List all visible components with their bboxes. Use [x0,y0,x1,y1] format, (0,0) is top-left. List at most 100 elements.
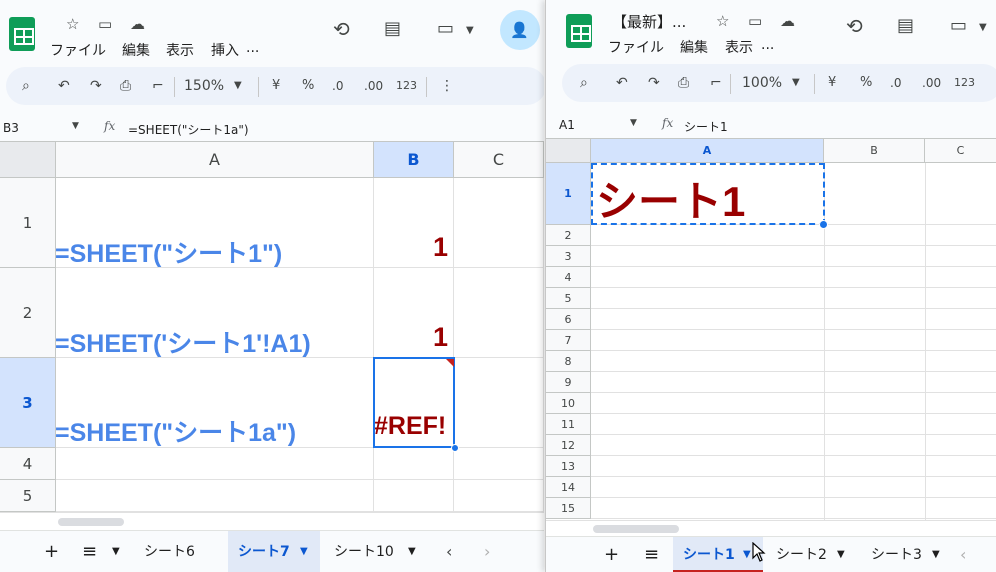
chevron-left-icon[interactable]: ‹ [436,531,462,572]
sheet-tab-3[interactable]: シート3 [861,537,932,572]
row-header-12[interactable]: 12 [546,435,591,456]
paint-format-icon[interactable]: ⌐ [710,74,722,92]
row-header-5[interactable]: 5 [546,288,591,309]
column-header-b[interactable]: B [374,142,454,178]
all-sheets-button[interactable]: ≡ [634,537,669,572]
comment-icon[interactable]: ▤ [384,20,401,38]
column-header-a[interactable]: A [591,139,824,163]
video-call-icon[interactable]: ▭ [437,20,454,38]
currency-format-button[interactable]: ¥ [828,74,836,92]
chevron-right-icon[interactable]: › [474,531,500,572]
video-call-icon[interactable]: ▭ [950,17,967,35]
menu-insert[interactable]: 挿入 [211,40,239,60]
row-header-8[interactable]: 8 [546,351,591,372]
print-icon[interactable]: ⎙ [678,74,689,92]
redo-icon[interactable]: ↷ [90,77,102,95]
sheet-tab-10[interactable]: シート10 [324,531,404,572]
menu-overflow[interactable]: ... [246,40,259,56]
percent-format-button[interactable]: % [302,77,314,95]
column-header-c[interactable]: C [925,139,996,163]
history-icon[interactable]: ⟲ [846,16,863,36]
menu-edit[interactable]: 編集 [680,37,708,57]
cloud-saved-icon[interactable]: ☁ [780,12,795,30]
scrollbar-thumb[interactable] [593,525,679,533]
row-header-11[interactable]: 11 [546,414,591,435]
redo-icon[interactable]: ↷ [648,74,660,92]
formula-input[interactable]: =SHEET("シート1a") [128,121,249,138]
zoom-select[interactable]: 150% [184,77,224,95]
cell-a5[interactable] [56,480,374,512]
scrollbar-thumb[interactable] [58,518,124,526]
more-formats-button[interactable]: 123 [396,77,417,95]
cell-c2[interactable] [454,268,544,358]
decrease-decimal-button[interactable]: .0 [890,74,901,92]
row-header-4[interactable]: 4 [546,267,591,288]
row-header-3[interactable]: 3 [0,358,56,448]
cell-a4[interactable] [56,448,374,480]
more-formats-button[interactable]: 123 [954,74,975,92]
decrease-decimal-button[interactable]: .0 [332,77,343,95]
search-icon[interactable]: ⌕ [580,74,588,92]
row-header-1[interactable]: 1 [0,178,56,268]
move-to-folder-icon[interactable]: ▭ [98,15,112,33]
name-box[interactable]: B3 [3,121,19,135]
column-header-b[interactable]: B [824,139,925,163]
comment-icon[interactable]: ▤ [897,17,914,35]
fill-handle[interactable] [451,444,459,452]
star-icon[interactable]: ☆ [66,15,79,33]
undo-icon[interactable]: ↶ [616,74,628,92]
currency-format-button[interactable]: ¥ [272,77,280,95]
horizontal-scrollbar[interactable] [0,512,544,530]
column-header-a[interactable]: A [56,142,374,178]
more-vert-icon[interactable]: ⋮ [440,77,454,95]
add-sheet-button[interactable]: + [594,537,629,572]
cloud-saved-icon[interactable]: ☁ [130,15,145,33]
menu-file[interactable]: ファイル [50,40,106,60]
undo-icon[interactable]: ↶ [58,77,70,95]
menu-view[interactable]: 表示 [725,37,753,57]
all-sheets-button[interactable]: ≡ [72,531,107,572]
row-header-4[interactable]: 4 [0,448,56,480]
row-header-7[interactable]: 7 [546,330,591,351]
row-header-3[interactable]: 3 [546,246,591,267]
name-box[interactable]: A1 [559,118,575,132]
chevron-down-icon[interactable]: ▼ [792,74,800,92]
sheet-tab-6[interactable]: シート6 [134,531,205,572]
menu-overflow[interactable]: ... [761,37,774,53]
chevron-left-icon[interactable]: ‹ [950,537,976,572]
row-header-14[interactable]: 14 [546,477,591,498]
sheets-logo-icon[interactable] [9,17,35,51]
cell-b5[interactable] [374,480,454,512]
row-header-1[interactable]: 1 [546,163,591,225]
zoom-select[interactable]: 100% [742,74,782,92]
row-header-5[interactable]: 5 [0,480,56,512]
history-icon[interactable]: ⟲ [333,19,350,39]
increase-decimal-button[interactable]: .00 [922,74,941,92]
move-to-folder-icon[interactable]: ▭ [748,12,762,30]
row-header-9[interactable]: 9 [546,372,591,393]
menu-file[interactable]: ファイル [608,37,664,57]
share-button[interactable]: 👤 [500,10,540,50]
select-all-corner[interactable] [546,139,591,163]
row-header-13[interactable]: 13 [546,456,591,477]
cell-b4[interactable] [374,448,454,480]
chevron-down-icon[interactable]: ▼ [833,537,849,572]
paint-format-icon[interactable]: ⌐ [152,77,164,95]
cell-c3[interactable] [454,358,544,448]
chevron-down-icon[interactable]: ▼ [72,121,79,131]
increase-decimal-button[interactable]: .00 [364,77,383,95]
chevron-down-icon[interactable]: ▼ [928,537,944,572]
menu-edit[interactable]: 編集 [122,40,150,60]
print-icon[interactable]: ⎙ [120,77,131,95]
sheets-logo-icon[interactable] [566,14,592,48]
document-title[interactable]: 【最新】... [612,11,686,32]
horizontal-scrollbar[interactable] [546,520,996,536]
percent-format-button[interactable]: % [860,74,872,92]
formula-input[interactable]: シート1 [684,118,728,135]
sheet-tab-2[interactable]: シート2 [766,537,837,572]
search-icon[interactable]: ⌕ [22,77,30,95]
add-sheet-button[interactable]: + [34,531,69,572]
chevron-down-icon[interactable]: ▼ [630,118,637,128]
chevron-down-icon[interactable]: ▼ [404,531,420,572]
row-header-2[interactable]: 2 [546,225,591,246]
